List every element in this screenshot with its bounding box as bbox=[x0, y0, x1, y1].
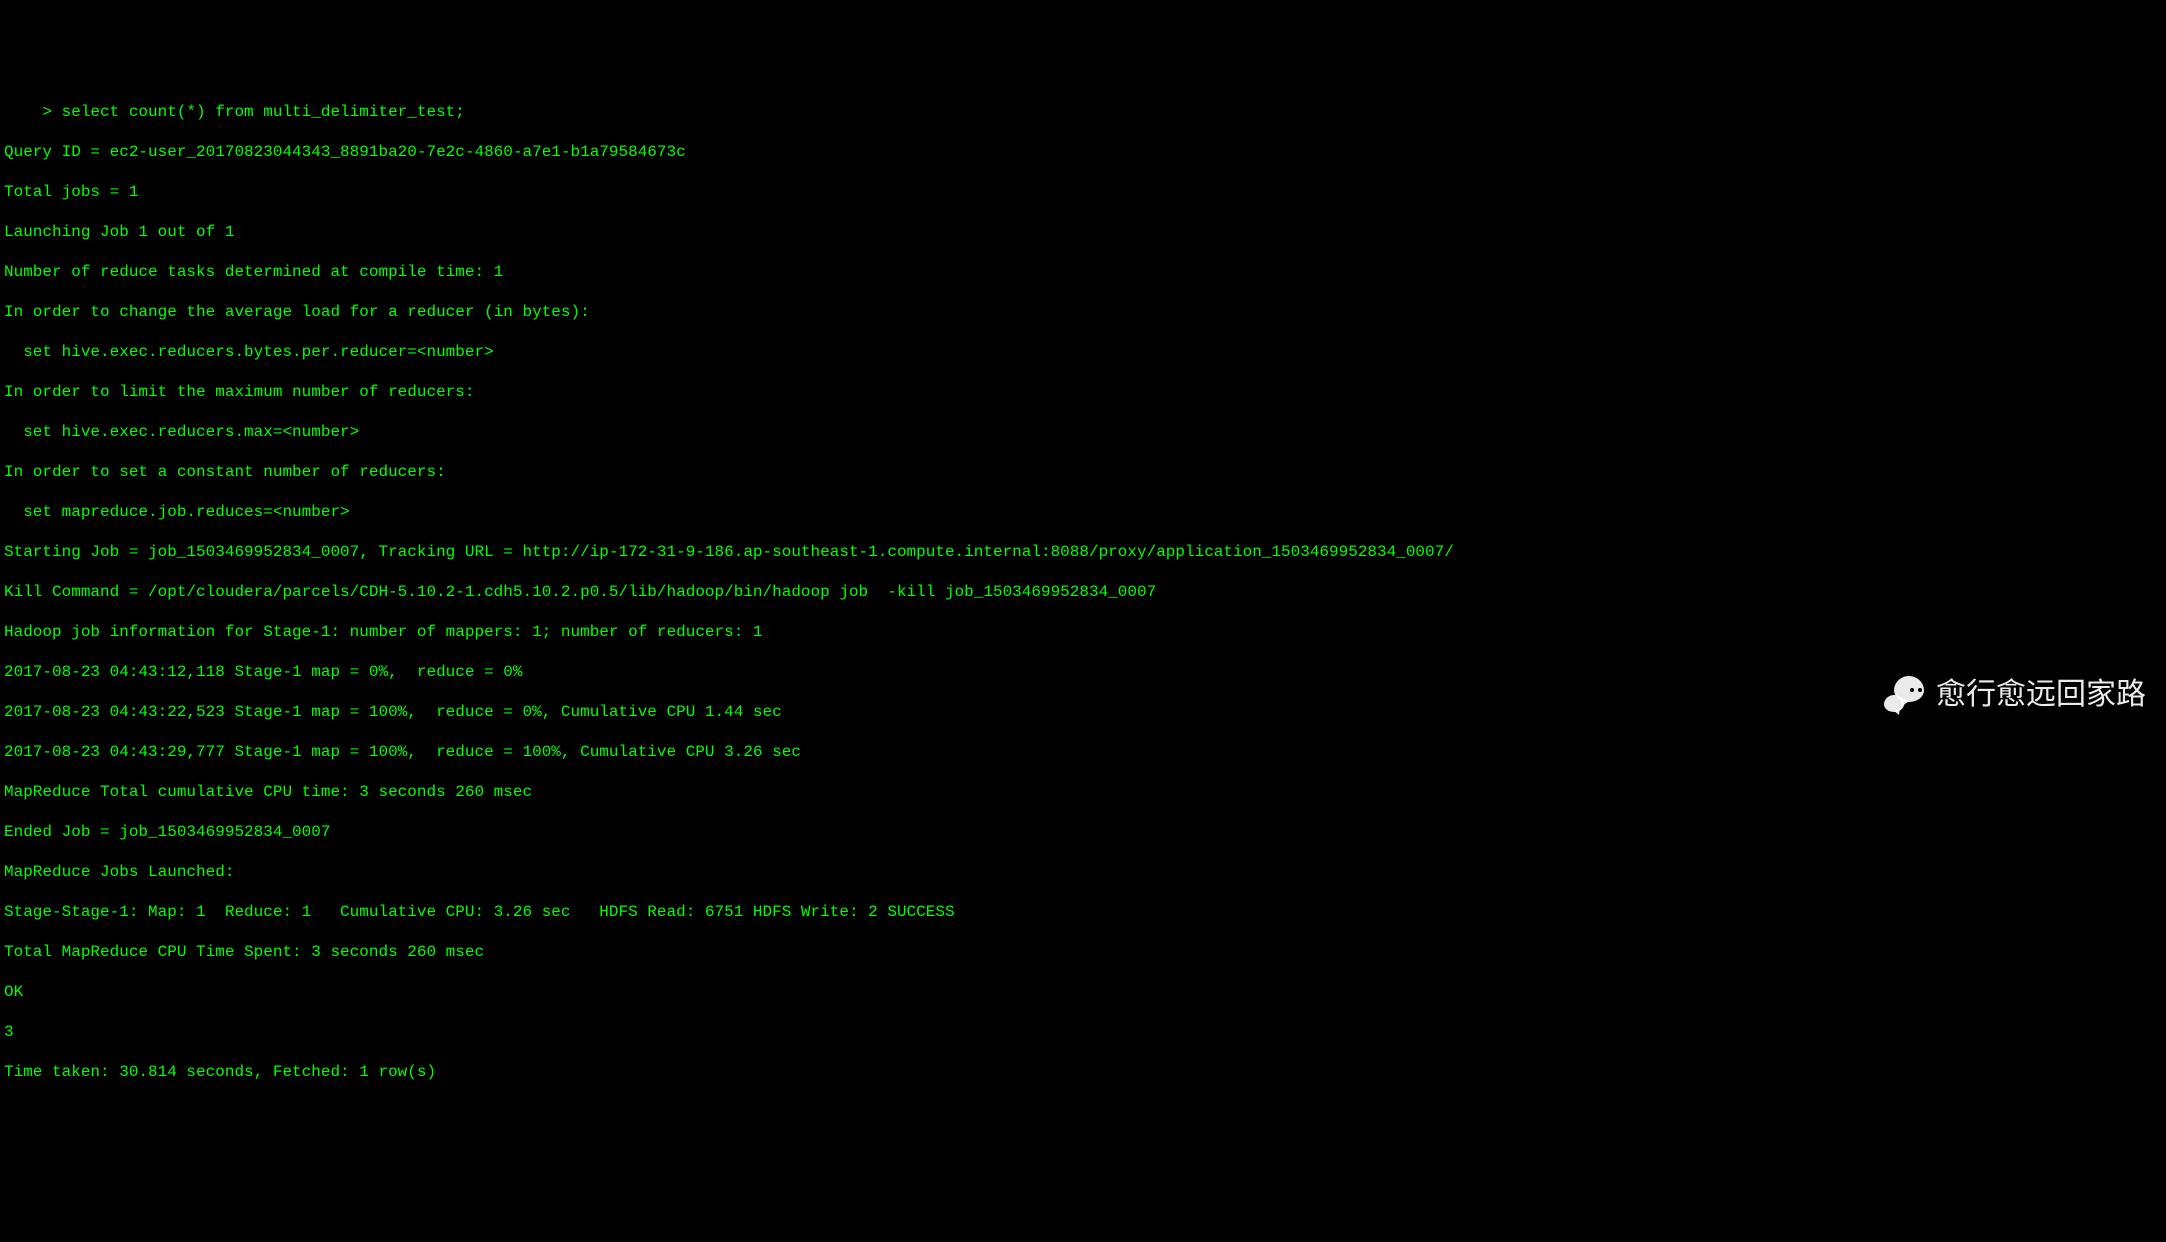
terminal-line: MapReduce Jobs Launched: bbox=[4, 862, 2162, 882]
terminal-line: OK bbox=[4, 982, 2162, 1002]
terminal-line: In order to set a constant number of red… bbox=[4, 462, 2162, 482]
terminal-line: Launching Job 1 out of 1 bbox=[4, 222, 2162, 242]
terminal-line: MapReduce Total cumulative CPU time: 3 s… bbox=[4, 782, 2162, 802]
terminal-output[interactable]: > select count(*) from multi_delimiter_t… bbox=[4, 82, 2162, 1102]
watermark-text: 愈行愈远回家路 bbox=[1936, 676, 2146, 714]
terminal-line: 2017-08-23 04:43:22,523 Stage-1 map = 10… bbox=[4, 702, 2162, 722]
terminal-line: In order to limit the maximum number of … bbox=[4, 382, 2162, 402]
terminal-line: set hive.exec.reducers.max=<number> bbox=[4, 422, 2162, 442]
terminal-line: 2017-08-23 04:43:29,777 Stage-1 map = 10… bbox=[4, 742, 2162, 762]
terminal-line: > select count(*) from multi_delimiter_t… bbox=[4, 102, 2162, 122]
terminal-line: set mapreduce.job.reduces=<number> bbox=[4, 502, 2162, 522]
terminal-line: 3 bbox=[4, 1022, 2162, 1042]
terminal-line: set hive.exec.reducers.bytes.per.reducer… bbox=[4, 342, 2162, 362]
terminal-line: Total MapReduce CPU Time Spent: 3 second… bbox=[4, 942, 2162, 962]
terminal-line: Ended Job = job_1503469952834_0007 bbox=[4, 822, 2162, 842]
wechat-icon bbox=[1884, 674, 1926, 716]
terminal-line: Stage-Stage-1: Map: 1 Reduce: 1 Cumulati… bbox=[4, 902, 2162, 922]
terminal-line: Time taken: 30.814 seconds, Fetched: 1 r… bbox=[4, 1062, 2162, 1082]
terminal-line: Hadoop job information for Stage-1: numb… bbox=[4, 622, 2162, 642]
watermark: 愈行愈远回家路 bbox=[1884, 674, 2146, 716]
terminal-line: Total jobs = 1 bbox=[4, 182, 2162, 202]
terminal-line: 2017-08-23 04:43:12,118 Stage-1 map = 0%… bbox=[4, 662, 2162, 682]
terminal-line: Kill Command = /opt/cloudera/parcels/CDH… bbox=[4, 582, 2162, 602]
terminal-line: Number of reduce tasks determined at com… bbox=[4, 262, 2162, 282]
terminal-line: Query ID = ec2-user_20170823044343_8891b… bbox=[4, 142, 2162, 162]
terminal-line: Starting Job = job_1503469952834_0007, T… bbox=[4, 542, 2162, 562]
terminal-line: In order to change the average load for … bbox=[4, 302, 2162, 322]
